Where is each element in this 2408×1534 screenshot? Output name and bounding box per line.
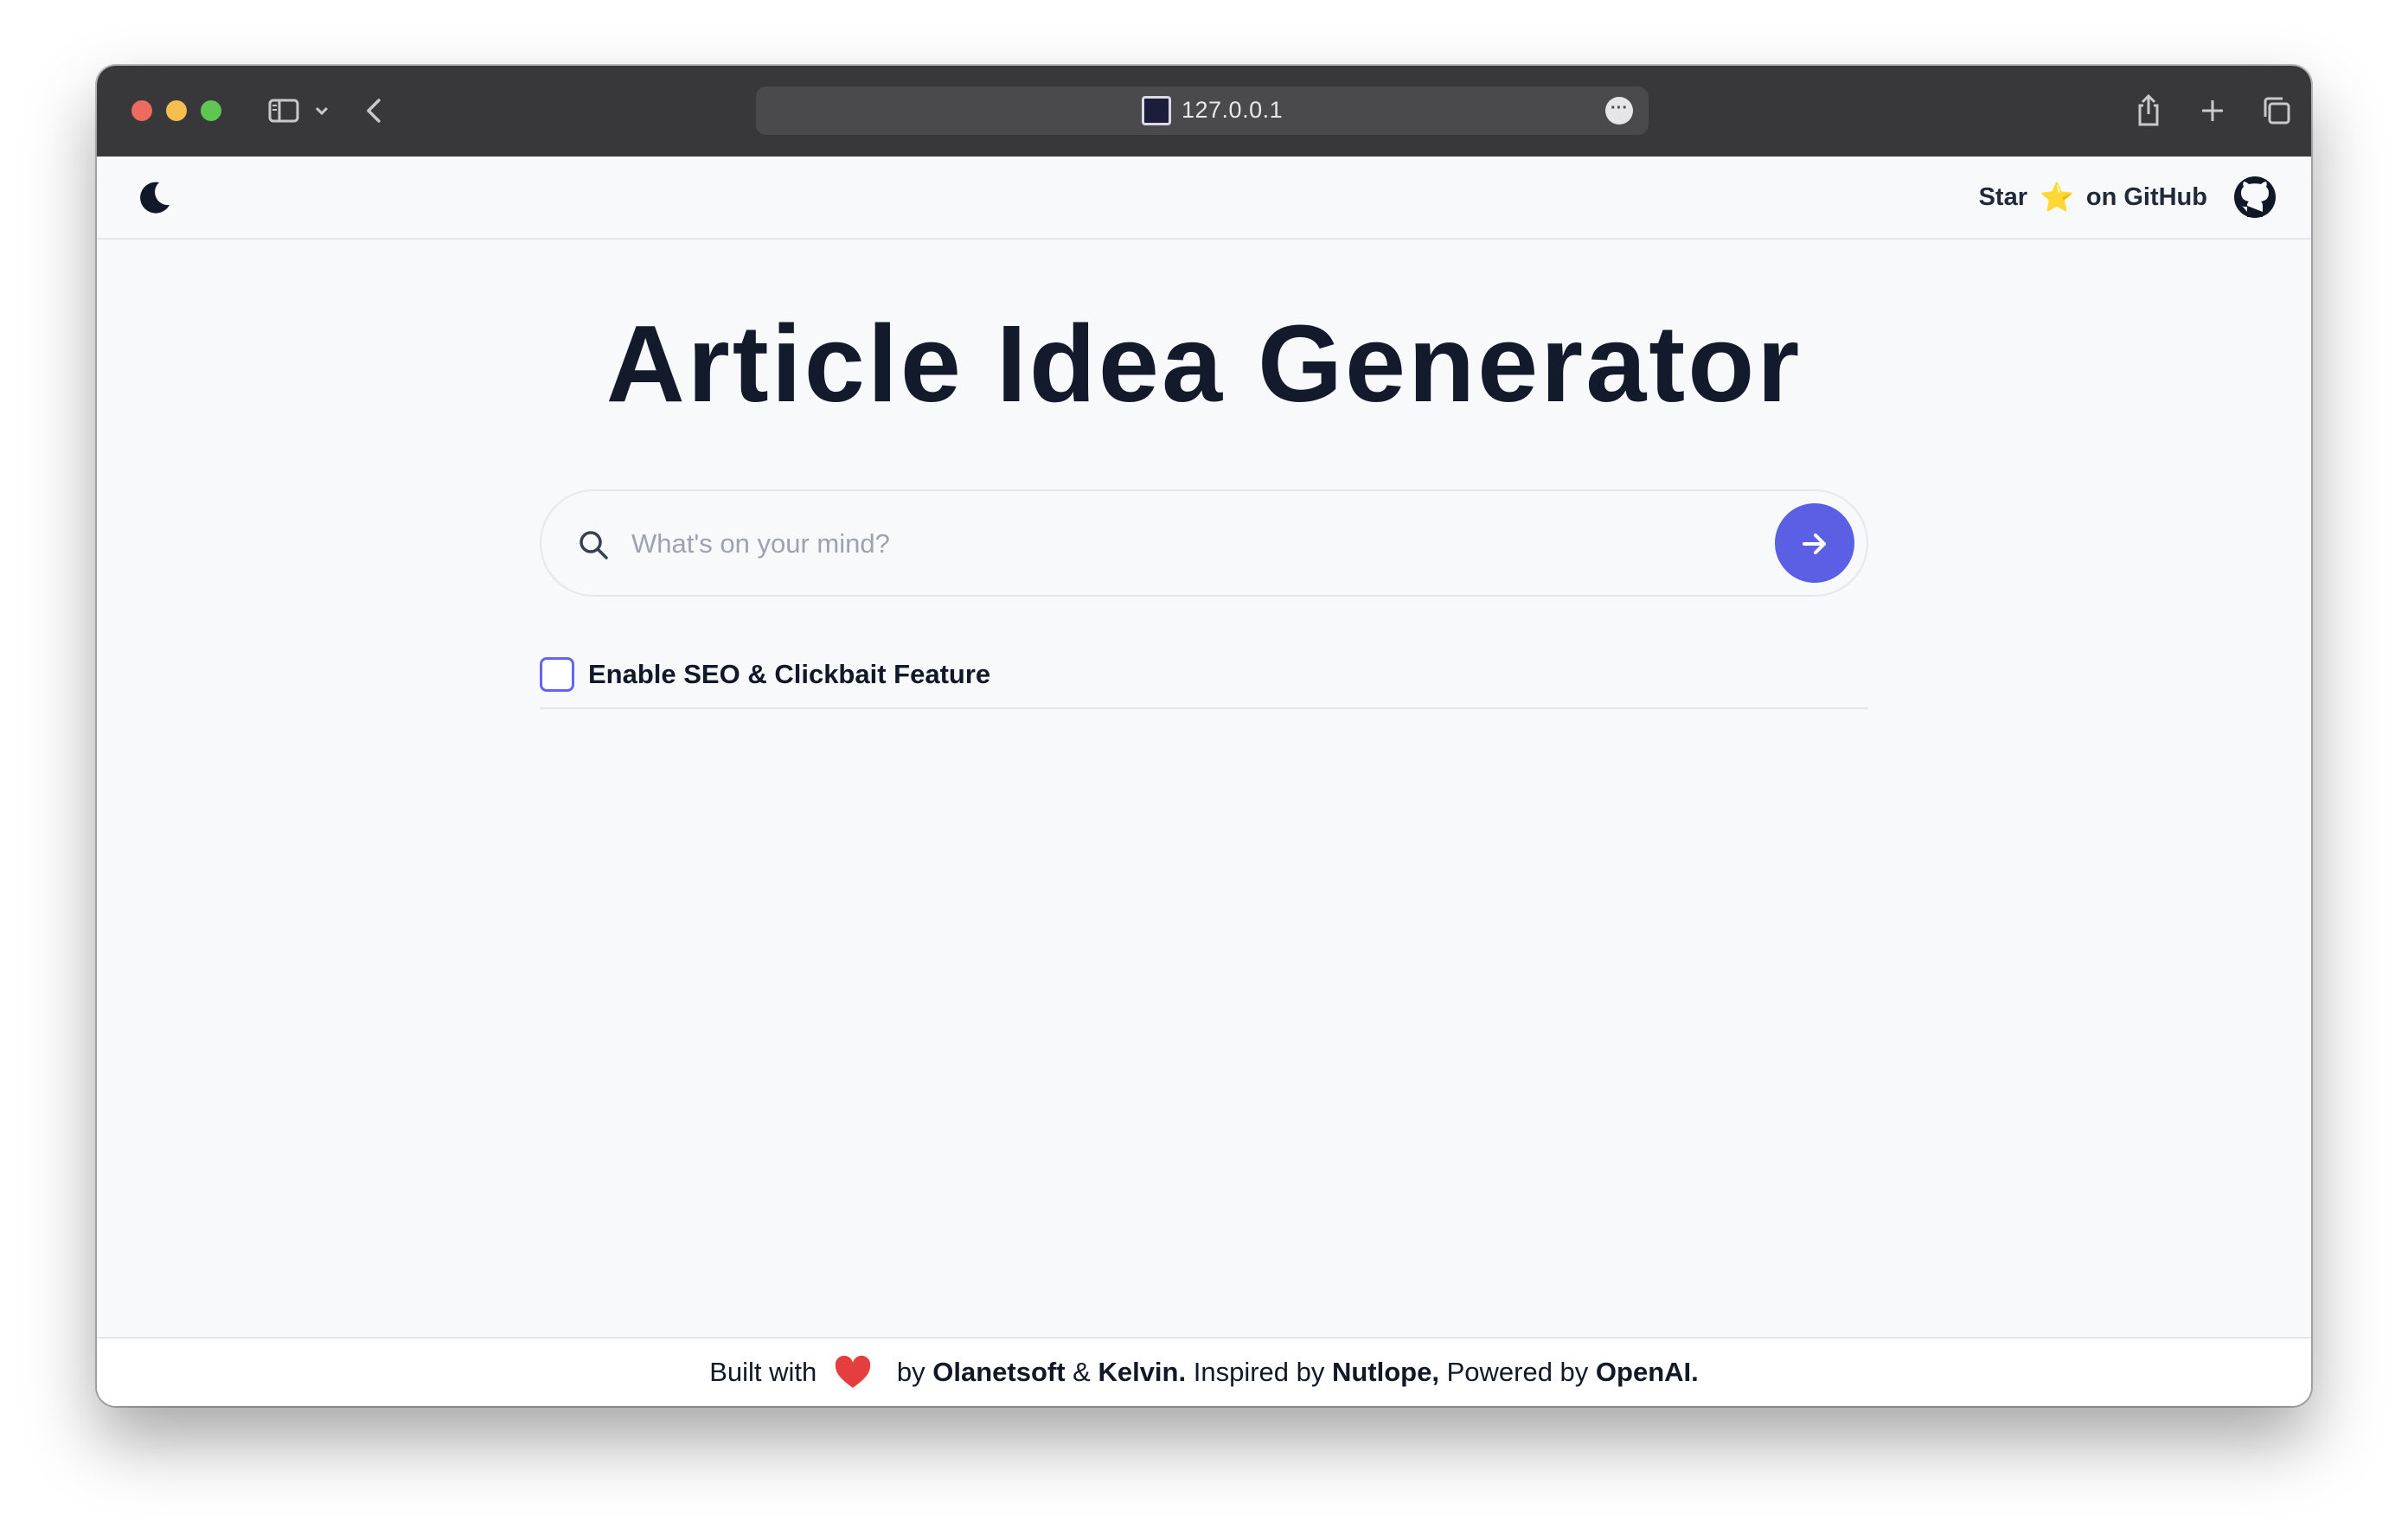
- github-star-link[interactable]: Star ⭐ on GitHub: [1979, 181, 2207, 214]
- browser-window: 127.0.0.1 ··· Star ⭐ on GitHub Article I…: [97, 66, 2311, 1406]
- footer-amp: &: [1065, 1357, 1098, 1387]
- footer: Built with by Olanetsoft & Kelvin. Inspi…: [97, 1337, 2311, 1406]
- app-header: Star ⭐ on GitHub: [97, 157, 2311, 240]
- idea-input[interactable]: [631, 517, 1756, 571]
- more-options-icon[interactable]: ···: [1605, 97, 1633, 125]
- address-bar[interactable]: 127.0.0.1 ···: [756, 86, 1649, 135]
- browser-titlebar: 127.0.0.1 ···: [97, 66, 2311, 157]
- search-icon: [576, 527, 611, 562]
- footer-by: by: [889, 1357, 933, 1387]
- footer-author-olanetsoft[interactable]: Olanetsoft: [932, 1357, 1065, 1388]
- arrow-right-icon: [1803, 533, 1826, 554]
- github-icon[interactable]: [2232, 174, 2278, 221]
- seo-option-row: Enable SEO & Clickbait Feature: [540, 655, 1868, 709]
- search-box: [540, 489, 1868, 597]
- close-window-button[interactable]: [131, 100, 152, 121]
- maximize-window-button[interactable]: [201, 100, 221, 121]
- footer-built-with: Built with: [709, 1357, 817, 1387]
- footer-author-kelvin[interactable]: Kelvin.: [1098, 1357, 1186, 1388]
- new-tab-icon[interactable]: [2195, 93, 2230, 128]
- github-star-prefix: Star: [1978, 182, 2028, 211]
- back-icon[interactable]: [358, 93, 393, 128]
- seo-clickbait-label[interactable]: Enable SEO & Clickbait Feature: [588, 659, 990, 690]
- seo-clickbait-checkbox[interactable]: [540, 657, 574, 692]
- site-favicon-icon: [1142, 96, 1171, 125]
- footer-power-openai[interactable]: OpenAI.: [1596, 1357, 1699, 1388]
- footer-powered: Powered by: [1438, 1357, 1596, 1387]
- github-star-suffix: on GitHub: [2085, 182, 2207, 211]
- footer-inspiration-nutlope[interactable]: Nutlope,: [1332, 1357, 1439, 1388]
- chevron-down-icon[interactable]: [311, 93, 332, 128]
- submit-button[interactable]: [1775, 503, 1854, 583]
- heart-icon: [836, 1355, 871, 1388]
- star-icon: ⭐: [2040, 182, 2074, 213]
- footer-inspired: Inspired by: [1186, 1357, 1332, 1387]
- address-url: 127.0.0.1: [1182, 97, 1284, 123]
- page-title: Article Idea Generator: [605, 303, 1803, 425]
- minimize-window-button[interactable]: [166, 100, 187, 121]
- sidebar-toggle-icon[interactable]: [266, 93, 301, 128]
- tab-overview-icon[interactable]: [2259, 93, 2294, 128]
- share-icon[interactable]: [2131, 93, 2166, 128]
- dark-mode-toggle-icon[interactable]: [133, 177, 175, 219]
